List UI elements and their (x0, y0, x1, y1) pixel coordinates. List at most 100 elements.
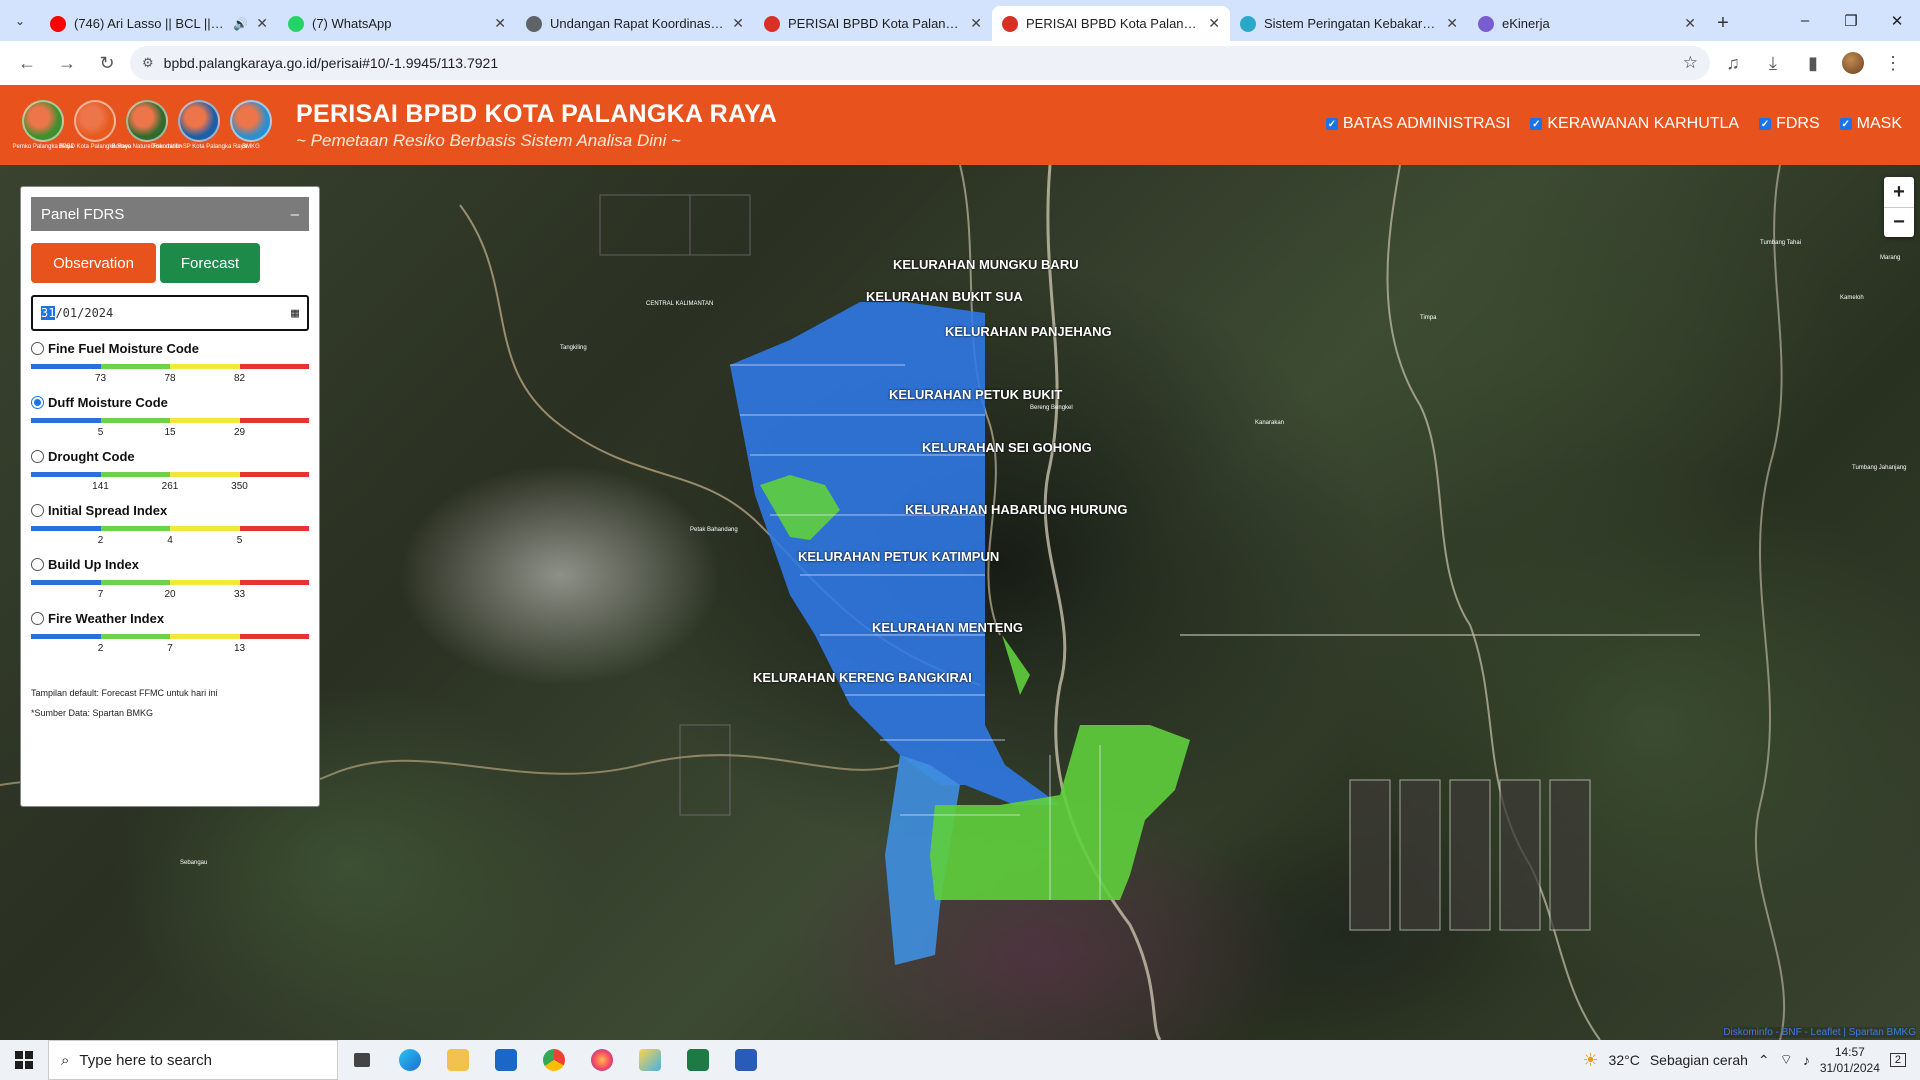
index-name[interactable]: Duff Moisture Code (48, 395, 168, 410)
tab-close-icon[interactable]: ✕ (1208, 15, 1220, 32)
index-name[interactable]: Build Up Index (48, 557, 139, 572)
tab-close-icon[interactable]: ✕ (970, 15, 982, 32)
taskbar: ⌕ Type here to search ☀ 32°C Sebagian ce… (0, 1040, 1920, 1080)
close-window-icon[interactable]: ✕ (1874, 0, 1920, 41)
date-month-year[interactable]: /01/2024 (55, 306, 113, 320)
zoom-out-button[interactable]: − (1884, 207, 1914, 237)
scale-tick: 29 (233, 427, 246, 438)
bookmark-star-icon[interactable]: ☆ (1683, 53, 1698, 73)
mail-icon[interactable] (482, 1040, 530, 1080)
browser-tab[interactable]: PERISAI BPBD Kota Palangka Ra ✕ (754, 6, 992, 41)
notification-icon[interactable]: 2 (1889, 1053, 1906, 1067)
checkbox-checked-icon[interactable]: ✓ (1325, 118, 1338, 130)
kelurahan-label: KELURAHAN HABARUNG HURUNG (905, 502, 1128, 517)
back-icon[interactable]: ← (10, 46, 44, 80)
radio-button[interactable] (31, 612, 44, 625)
windows-start-icon[interactable] (0, 1040, 48, 1080)
forward-icon[interactable]: → (50, 46, 84, 80)
whatsapp-icon (288, 15, 304, 32)
radio-button[interactable] (31, 342, 44, 355)
download-icon[interactable]: ⤓ (1756, 46, 1790, 80)
checkbox-checked-icon[interactable]: ✓ (1759, 118, 1772, 130)
tab-search-chevron-icon[interactable]: ⌄ (0, 0, 40, 41)
layer-toggle[interactable]: ✓ KERAWANAN KARHUTLA (1530, 115, 1739, 133)
layer-toggle[interactable]: ✓ MASK (1839, 115, 1902, 133)
radio-button[interactable] (31, 450, 44, 463)
collapse-button[interactable]: – (291, 206, 299, 223)
url-text[interactable]: bpbd.palangkaraya.go.id/perisai#10/-1.99… (164, 55, 1673, 71)
excel-icon[interactable] (674, 1040, 722, 1080)
chrome-icon[interactable] (530, 1040, 578, 1080)
scale-tick: 5 (97, 427, 104, 438)
fdrs-index-option[interactable]: Fine Fuel Moisture Code 73 78 82 (31, 341, 309, 385)
observation-button[interactable]: Observation (31, 243, 156, 283)
place-label: Sebangau (180, 860, 208, 866)
date-input[interactable]: 31/01/2024 ▦ (31, 295, 309, 331)
browser-tab[interactable]: (746) Ari Lasso || BCL ||Melly 🔊 ✕ (40, 6, 278, 41)
clock[interactable]: 14:57 31/01/2024 (1820, 1044, 1880, 1076)
radio-button[interactable] (31, 558, 44, 571)
weather-description[interactable]: Sebagian cerah (1650, 1052, 1748, 1068)
tab-title: PERISAI BPBD Kota Palangka Ra (788, 16, 963, 31)
tab-close-icon[interactable]: ✕ (256, 15, 268, 32)
place-label: Timpa (1420, 315, 1437, 321)
zoom-in-button[interactable]: + (1884, 177, 1914, 207)
forecast-button[interactable]: Forecast (160, 243, 260, 283)
audio-playing-icon[interactable]: 🔊 (233, 17, 248, 31)
address-bar[interactable]: ⚙ bpbd.palangkaraya.go.id/perisai#10/-1.… (130, 46, 1710, 80)
fdrs-index-option[interactable]: Build Up Index 7 20 33 (31, 557, 309, 601)
radio-button[interactable] (31, 504, 44, 517)
browser-tab[interactable]: Undangan Rapat Koordinasi ke ✕ (516, 6, 754, 41)
restore-icon[interactable]: ❐ (1828, 0, 1874, 41)
radio-button[interactable] (31, 396, 44, 409)
word-icon[interactable] (722, 1040, 770, 1080)
file-explorer-icon[interactable] (434, 1040, 482, 1080)
fdrs-index-option[interactable]: Initial Spread Index 2 4 5 (31, 503, 309, 547)
tab-close-icon[interactable]: ✕ (494, 15, 506, 32)
weather-icon[interactable]: ☀ (1582, 1050, 1598, 1071)
tab-close-icon[interactable]: ✕ (1446, 15, 1458, 32)
volume-icon[interactable]: ♪ (1803, 1052, 1810, 1068)
layer-toggle[interactable]: ✓ FDRS (1759, 115, 1820, 133)
index-name[interactable]: Fire Weather Index (48, 611, 164, 626)
profile-avatar[interactable] (1836, 46, 1870, 80)
network-icon[interactable]: ⌔ (1780, 1051, 1793, 1069)
tab-close-icon[interactable]: ✕ (1684, 15, 1696, 32)
side-panel-icon[interactable]: ▮ (1796, 46, 1830, 80)
media-controls-icon[interactable]: ♫ (1716, 46, 1750, 80)
fdrs-index-option[interactable]: Duff Moisture Code 5 15 29 (31, 395, 309, 439)
browser-tab[interactable]: Sistem Peringatan Kebakaran H ✕ (1230, 6, 1468, 41)
site-info-icon[interactable]: ⚙ (142, 55, 154, 71)
weather-temp[interactable]: 32°C (1609, 1052, 1640, 1068)
fdrs-panel: Panel FDRS – Observation Forecast 31/01/… (20, 186, 320, 807)
taskbar-search[interactable]: ⌕ Type here to search (48, 1040, 338, 1080)
minimize-icon[interactable]: – (1782, 0, 1828, 41)
index-name[interactable]: Initial Spread Index (48, 503, 167, 518)
browser-tab[interactable]: eKinerja ✕ (1468, 6, 1706, 41)
system-tray: ☀ 32°C Sebagian cerah ⌃ ⌔ ♪ 14:57 31/01/… (1582, 1040, 1920, 1080)
checkbox-checked-icon[interactable]: ✓ (1530, 118, 1543, 130)
layer-toggles: ✓ BATAS ADMINISTRASI ✓ KERAWANAN KARHUTLA… (1325, 115, 1902, 133)
firefox-icon[interactable] (578, 1040, 626, 1080)
fdrs-index-option[interactable]: Drought Code 141 261 350 (31, 449, 309, 493)
task-view-icon[interactable] (338, 1040, 386, 1080)
browser-tab[interactable]: PERISAI BPBD Kota Palangka Ra ✕ (992, 6, 1230, 41)
tab-close-icon[interactable]: ✕ (732, 15, 744, 32)
paint-icon[interactable] (626, 1040, 674, 1080)
tray-chevron-icon[interactable]: ⌃ (1758, 1052, 1770, 1069)
scale-tick: 82 (233, 373, 246, 384)
tab-title: Sistem Peringatan Kebakaran H (1264, 16, 1439, 31)
index-name[interactable]: Drought Code (48, 449, 135, 464)
date-day[interactable]: 31 (41, 306, 56, 320)
new-tab-button[interactable]: + (1706, 6, 1740, 41)
index-name[interactable]: Fine Fuel Moisture Code (48, 341, 199, 356)
edge-icon[interactable] (386, 1040, 434, 1080)
map-attribution[interactable]: Diskominfo - BNF - Leaflet | Spartan BMK… (1723, 1027, 1916, 1038)
fdrs-index-option[interactable]: Fire Weather Index 2 7 13 (31, 611, 309, 655)
reload-icon[interactable]: ↻ (90, 46, 124, 80)
checkbox-checked-icon[interactable]: ✓ (1839, 118, 1852, 130)
layer-toggle[interactable]: ✓ BATAS ADMINISTRASI (1325, 115, 1510, 133)
calendar-icon[interactable]: ▦ (291, 306, 299, 321)
browser-menu-icon[interactable]: ⋮ (1876, 46, 1910, 80)
browser-tab[interactable]: (7) WhatsApp ✕ (278, 6, 516, 41)
